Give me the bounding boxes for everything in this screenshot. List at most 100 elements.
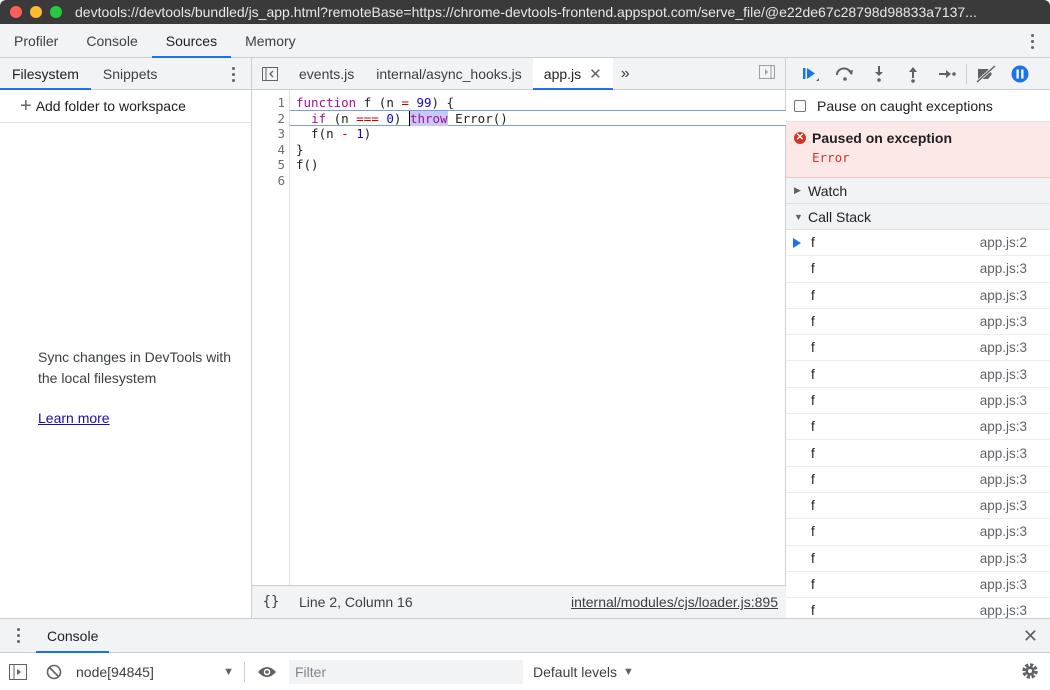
sync-description: Sync changes in DevTools with the local … <box>38 349 231 386</box>
call-frame[interactable]: f app.js:3 <box>786 283 1050 309</box>
cursor-position: Line 2, Column 16 <box>299 594 413 610</box>
add-folder-button[interactable]: + Add folder to workspace <box>0 90 251 123</box>
toggle-debugger-icon[interactable] <box>759 65 775 82</box>
pause-on-exceptions-button[interactable] <box>1003 60 1037 88</box>
paused-title-row: ✕ Paused on exception <box>794 130 1050 146</box>
call-frame[interactable]: f app.js:3 <box>786 361 1050 388</box>
more-tabs-icon[interactable]: » <box>613 58 638 89</box>
tab-filesystem[interactable]: Filesystem <box>0 58 91 90</box>
close-tab-icon[interactable]: ✕ <box>589 65 602 83</box>
console-settings-gear-icon[interactable] <box>1020 661 1040 684</box>
toggle-navigator-icon[interactable] <box>252 58 288 89</box>
line-number[interactable]: 3 <box>252 126 289 142</box>
call-frame[interactable]: f app.js:3 <box>786 309 1050 336</box>
call-frame[interactable]: f app.js:3 <box>786 335 1050 362</box>
code-line-1: function f (n = 99) { <box>296 95 508 111</box>
watch-section-header[interactable]: ▶ Watch <box>786 178 1050 204</box>
call-frame[interactable]: f app.js:3 <box>786 519 1050 546</box>
call-frame-name: f <box>811 603 815 618</box>
clear-console-icon <box>46 664 62 679</box>
drawer-more-tools-icon[interactable] <box>0 619 36 652</box>
tab-app-js[interactable]: app.js ✕ <box>532 58 613 90</box>
code-line-5: f() <box>296 157 319 173</box>
call-frame[interactable]: f app.js:3 <box>786 388 1050 415</box>
line-number[interactable]: 2 <box>252 111 289 127</box>
deactivate-breakpoints-button[interactable] <box>969 60 1003 88</box>
call-frame-name: f <box>811 314 815 330</box>
call-frame-name: f <box>811 366 815 382</box>
pause-on-caught-exceptions: Pause on caught exceptions <box>786 90 1050 122</box>
dropdown-caret-icon: ▼ <box>223 665 234 678</box>
line-number[interactable]: 1 <box>252 95 289 111</box>
pretty-print-button[interactable]: {} <box>252 594 290 610</box>
tab-console[interactable]: Console <box>72 24 151 57</box>
resume-button[interactable] <box>794 60 828 88</box>
source-location-link[interactable]: internal/modules/cjs/loader.js:895 <box>571 594 778 610</box>
tab-events-js[interactable]: events.js <box>288 58 365 89</box>
zoom-window-button[interactable] <box>50 6 62 18</box>
pause-on-caught-checkbox[interactable] <box>794 99 806 112</box>
operator: - <box>341 126 349 142</box>
close-drawer-icon[interactable]: ✕ <box>1023 626 1038 647</box>
console-filter-input[interactable] <box>289 659 523 684</box>
step-over-icon <box>836 67 853 81</box>
step-over-button[interactable] <box>828 60 862 88</box>
navigator-panel: Filesystem Snippets + Add folder to work… <box>0 58 252 618</box>
log-levels-dropdown[interactable]: Default levels ▼ <box>533 664 634 680</box>
tab-drawer-console[interactable]: Console <box>36 619 110 653</box>
sidebar-toggle-icon <box>9 663 27 680</box>
call-frame[interactable]: f app.js:3 <box>786 414 1050 441</box>
number-literal: 0 <box>386 110 394 126</box>
call-frame-location: app.js:3 <box>979 524 1027 540</box>
step-into-button[interactable] <box>862 60 896 88</box>
call-frame-location: app.js:3 <box>979 577 1027 592</box>
call-frame[interactable]: f app.js:2 <box>786 230 1050 257</box>
line-number[interactable]: 5 <box>252 157 289 173</box>
line-number[interactable]: 4 <box>252 142 289 158</box>
call-frame[interactable]: f app.js:3 <box>786 572 1050 599</box>
source-editor: events.js internal/async_hooks.js app.js… <box>252 58 786 618</box>
learn-more-link[interactable]: Learn more <box>38 410 110 426</box>
step-button[interactable] <box>930 60 964 88</box>
operator: === <box>356 110 379 126</box>
tab-async-hooks-js[interactable]: internal/async_hooks.js <box>365 58 533 89</box>
call-frame[interactable]: f app.js:3 <box>786 546 1050 572</box>
debugger-sidebar: Pause on caught exceptions ✕ Paused on e… <box>786 58 1050 618</box>
dropdown-caret-icon: ▼ <box>623 665 634 678</box>
step-out-button[interactable] <box>896 60 930 88</box>
tab-memory[interactable]: Memory <box>231 24 310 57</box>
call-stack-section-header[interactable]: ▼ Call Stack <box>786 204 1050 230</box>
call-frame[interactable]: f app.js:3 <box>786 440 1050 467</box>
code-area[interactable]: 1 2 3 4 5 6 function f (n = 99) { if (n … <box>252 90 786 585</box>
customize-devtools-menu-icon[interactable] <box>1028 31 1036 51</box>
operator: = <box>401 95 409 110</box>
editor-status-bar: {} Line 2, Column 16 internal/modules/cj… <box>252 585 786 618</box>
call-frame[interactable]: f app.js:3 <box>786 493 1050 520</box>
minimize-window-button[interactable] <box>30 6 42 18</box>
show-console-sidebar-button[interactable] <box>0 658 36 686</box>
console-toolbar: node[94845] ▼ Default levels ▼ <box>0 653 1050 690</box>
clear-console-button[interactable] <box>36 658 72 686</box>
debugger-toolbar <box>786 58 1050 90</box>
tab-snippets[interactable]: Snippets <box>91 58 169 89</box>
execution-context-select[interactable]: node[94845] ▼ <box>72 664 240 680</box>
call-frame-location: app.js:3 <box>979 340 1027 356</box>
close-window-button[interactable] <box>10 6 22 18</box>
code-text: (n <box>326 110 357 126</box>
call-frame-location: app.js:3 <box>979 287 1027 303</box>
number-literal: 99 <box>416 95 432 110</box>
line-number[interactable]: 6 <box>252 173 289 189</box>
call-frame[interactable]: f app.js:3 <box>786 467 1050 493</box>
call-frame-name: f <box>811 498 815 514</box>
call-frame-name: f <box>811 471 815 487</box>
live-expression-button[interactable] <box>249 658 285 686</box>
main-panel-tabs: Profiler Console Sources Memory <box>0 24 1050 58</box>
line-gutter[interactable]: 1 2 3 4 5 6 <box>252 90 290 585</box>
tab-profiler[interactable]: Profiler <box>0 24 72 57</box>
call-frame-name: f <box>811 524 815 540</box>
tab-sources[interactable]: Sources <box>151 24 232 58</box>
call-frame[interactable]: f app.js:3 <box>786 598 1050 618</box>
call-frame[interactable]: f app.js:3 <box>786 256 1050 283</box>
code-text: Error() <box>447 110 508 126</box>
navigator-more-options-icon[interactable] <box>229 64 237 84</box>
